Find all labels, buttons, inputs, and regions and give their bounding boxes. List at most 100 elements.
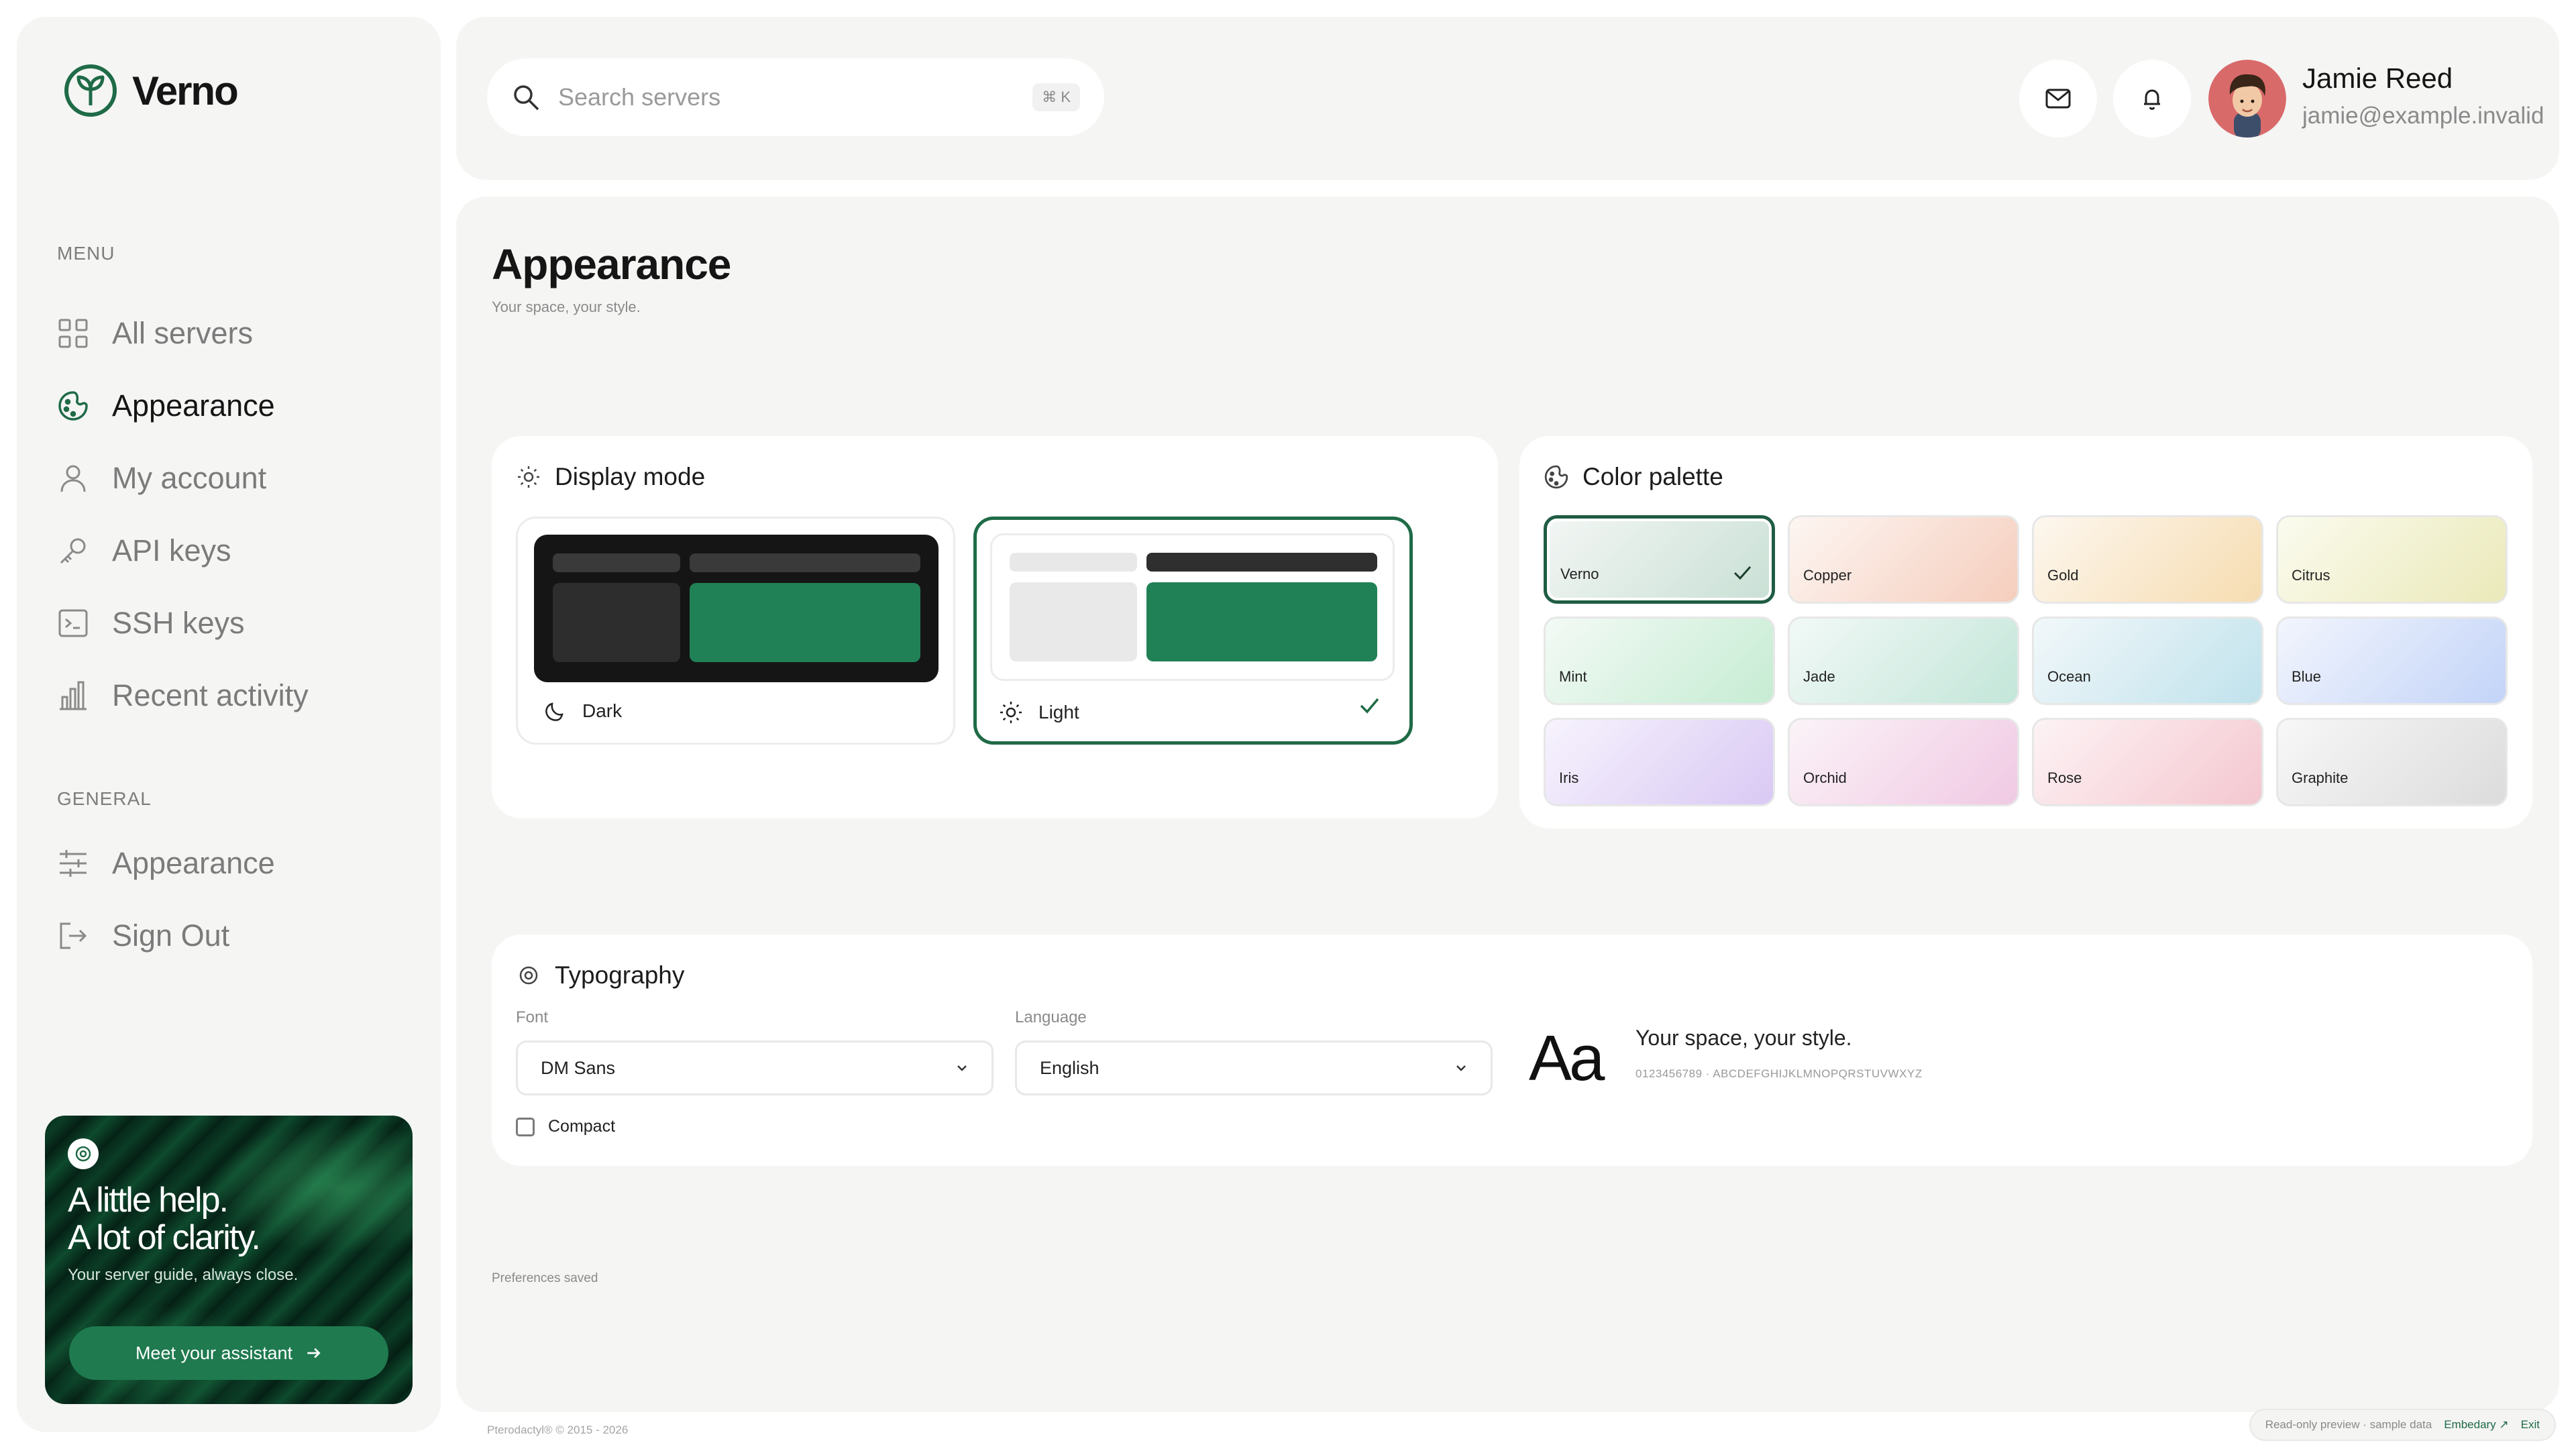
language-label: Language: [1015, 1008, 1087, 1026]
palette-icon: [58, 391, 88, 421]
terminal-icon: [58, 609, 88, 637]
light-option-label: Light: [1038, 702, 1079, 722]
compact-checkbox[interactable]: [516, 1117, 535, 1136]
palette-icon: [1544, 465, 1568, 489]
display-mode-card: Display mode Dark Light: [492, 436, 1498, 818]
swatch-ocean[interactable]: Ocean: [2032, 616, 2263, 705]
swatch-label: Mint: [1559, 668, 1587, 685]
chevron-down-icon: [957, 1065, 967, 1071]
moon-icon: [545, 702, 564, 721]
font-select[interactable]: DM Sans: [516, 1040, 994, 1095]
exit-link[interactable]: Exit: [2521, 1418, 2540, 1432]
sun-icon: [518, 466, 539, 488]
swatch-label: Rose: [2047, 769, 2082, 786]
key-icon: [60, 538, 86, 564]
brand-name: Verno: [132, 68, 239, 113]
swatch-copper[interactable]: Copper: [1788, 515, 2019, 604]
sidebar-item-label: API keys: [112, 533, 231, 568]
general-section-label: GENERAL: [57, 788, 152, 809]
sidebar-item-label: SSH keys: [112, 606, 245, 640]
dark-option-label: Dark: [582, 700, 623, 721]
sidebar-item-general-appearance[interactable]: Appearance: [57, 837, 419, 890]
promo-subtitle: Your server guide, always close.: [68, 1266, 299, 1284]
swatch-label: Blue: [2292, 668, 2322, 685]
user-icon: [60, 465, 86, 492]
embedary-link[interactable]: Embedary ↗: [2444, 1418, 2508, 1432]
swatch-orchid[interactable]: Orchid: [1788, 718, 2019, 806]
mail-icon: [2045, 89, 2071, 109]
sidebar-item-label: All servers: [112, 316, 254, 350]
sidebar-item-recent-activity[interactable]: Recent activity: [57, 669, 419, 722]
light-preview: [990, 533, 1395, 681]
language-select[interactable]: English: [1015, 1040, 1493, 1095]
typography-card: Typography Font DM Sans Language English…: [492, 934, 2532, 1166]
sidebar-item-ssh-keys[interactable]: SSH keys: [57, 596, 419, 650]
dark-preview: [534, 535, 938, 682]
typography-title: Typography: [555, 961, 685, 989]
display-mode-light-option[interactable]: Light: [973, 517, 1413, 745]
swatch-graphite[interactable]: Graphite: [2276, 718, 2508, 806]
compact-label: Compact: [548, 1117, 616, 1136]
swatch-verno[interactable]: Verno: [1544, 515, 1775, 604]
swatch-label: Iris: [1559, 769, 1579, 786]
target-icon: [519, 966, 538, 985]
sidebar-item-api-keys[interactable]: API keys: [57, 524, 419, 578]
swatch-mint[interactable]: Mint: [1544, 616, 1775, 705]
bell-icon: [2144, 89, 2160, 110]
grid-icon: [58, 319, 88, 348]
sidebar-item-label: Sign Out: [112, 918, 230, 953]
preview-banner: Read-only preview · sample data Embedary…: [2249, 1409, 2556, 1441]
swatch-gold[interactable]: Gold: [2032, 515, 2263, 604]
swatch-label: Ocean: [2047, 668, 2091, 685]
main-panel: Appearance Your space, your style. Displ…: [456, 197, 2559, 1412]
font-preview-characters: 0123456789 · ABCDEFGHIJKLMNOPQRSTUVWXYZ: [1635, 1067, 1923, 1080]
search-shortcut-badge: ⌘ K: [1032, 83, 1080, 111]
page-subtitle: Your space, your style.: [492, 299, 641, 315]
meet-assistant-button[interactable]: Meet your assistant: [69, 1326, 388, 1380]
swatch-citrus[interactable]: Citrus: [2276, 515, 2508, 604]
sidebar-item-label: Appearance: [112, 846, 275, 880]
notifications-button[interactable]: [2113, 60, 2191, 138]
logo[interactable]: Verno: [62, 62, 239, 119]
display-mode-title: Display mode: [555, 463, 706, 490]
color-palette-title: Color palette: [1582, 463, 1723, 490]
sidebar-item-sign-out[interactable]: Sign Out: [57, 909, 419, 963]
swatch-jade[interactable]: Jade: [1788, 616, 2019, 705]
swatch-label: Graphite: [2292, 769, 2349, 786]
font-preview-glyph: Aa: [1529, 1022, 1605, 1094]
swatch-label: Citrus: [2292, 567, 2330, 584]
swatch-label: Verno: [1560, 566, 1599, 582]
sidebar-item-appearance[interactable]: Appearance: [57, 379, 419, 433]
sidebar: Verno MENU All servers Appearance My acc…: [17, 17, 441, 1432]
promo-title: A little help. A lot of clarity.: [68, 1181, 261, 1257]
avatar[interactable]: [2208, 60, 2286, 138]
swatch-blue[interactable]: Blue: [2276, 616, 2508, 705]
chevron-down-icon: [1456, 1065, 1466, 1071]
sidebar-item-label: Appearance: [112, 388, 275, 423]
sidebar-item-label: Recent activity: [112, 678, 309, 712]
user-email: jamie@example.invalid: [2302, 103, 2544, 129]
mail-button[interactable]: [2019, 60, 2097, 138]
sidebar-item-my-account[interactable]: My account: [57, 451, 419, 505]
top-header: ⌘ K Jamie Reed jamie@example.invalid: [456, 17, 2559, 180]
sun-icon: [1000, 702, 1022, 723]
assistant-promo-card: A little help. A lot of clarity. Your se…: [45, 1116, 413, 1404]
check-icon: [1733, 566, 1752, 580]
sidebar-item-all-servers[interactable]: All servers: [57, 307, 419, 360]
swatch-rose[interactable]: Rose: [2032, 718, 2263, 806]
search-bar[interactable]: ⌘ K: [487, 58, 1104, 136]
search-input[interactable]: [558, 83, 1033, 111]
language-select-value: English: [1040, 1057, 1099, 1078]
leaf-logo-icon: [64, 64, 117, 117]
compact-toggle[interactable]: Compact: [516, 1117, 615, 1136]
font-label: Font: [516, 1008, 549, 1026]
display-mode-dark-option[interactable]: Dark: [516, 517, 955, 745]
swatch-label: Jade: [1803, 668, 1835, 685]
swatch-label: Gold: [2047, 567, 2079, 584]
page-title: Appearance: [492, 240, 731, 288]
swatch-label: Copper: [1803, 567, 1852, 584]
assistant-badge-icon: [68, 1138, 99, 1169]
swatch-iris[interactable]: Iris: [1544, 718, 1775, 806]
bar-chart-icon: [60, 681, 87, 710]
arrow-right-icon: [307, 1348, 321, 1358]
